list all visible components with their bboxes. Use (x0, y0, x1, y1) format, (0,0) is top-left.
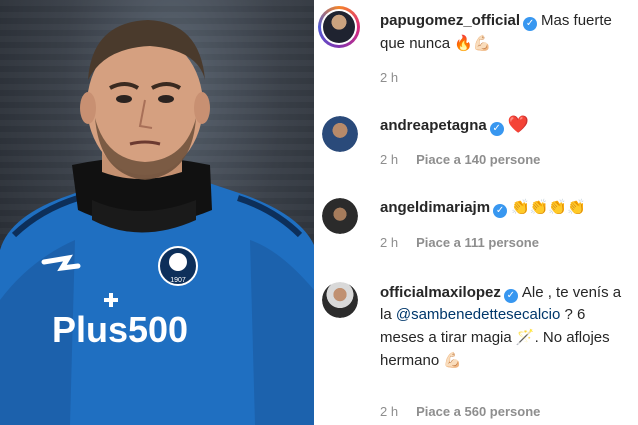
flexed-arm-emoji: 💪🏻 (443, 351, 463, 369)
magic-wand-emoji: 🪄 (515, 328, 535, 346)
caption-text: papugomez_official ✓ Mas fuerte que nunca … (380, 10, 632, 55)
player-illustration: 1907 Plus500 (0, 20, 314, 425)
clap-emojis: 👏👏👏👏 (511, 198, 586, 216)
heart-emoji: ❤️ (507, 115, 529, 135)
comments-panel: papugomez_official ✓ Mas fuerte que nunca … (314, 0, 638, 425)
verified-badge-icon: ✓ (523, 17, 538, 31)
comment-time: 2 h (380, 235, 399, 250)
avatar-angeldimariajm[interactable] (322, 198, 358, 234)
comment-text: angeldimariajm ✓ 👏👏👏👏 (380, 196, 632, 219)
comment-text: andreapetagna ✓ ❤️ (380, 114, 632, 137)
shirt-sponsor: Plus500 (52, 309, 188, 350)
comment-user[interactable]: angeldimariajm (380, 199, 490, 216)
comment-meta: 2 h Piace a 111 persone (380, 235, 539, 250)
comment-likes[interactable]: Piace a 560 persone (416, 404, 540, 419)
post-author[interactable]: papugomez_official (380, 12, 520, 29)
verified-badge-icon: ✓ (493, 204, 508, 218)
comment-meta: 2 h Piace a 140 persone (380, 152, 540, 167)
comment-time: 2 h (380, 404, 399, 419)
player-photo: 1907 Plus500 (0, 0, 314, 425)
badge-year: 1907 (170, 277, 186, 284)
comment-text: officialmaxilopez ✓ Ale , te venís a la @s… (380, 282, 632, 372)
caption-emojis: 🔥💪🏻 (454, 34, 492, 52)
comment-time: 2 h (380, 152, 399, 167)
comment-user[interactable]: officialmaxilopez (380, 284, 501, 301)
comment-likes[interactable]: Piace a 140 persone (416, 152, 540, 167)
mention-link[interactable]: @sambenedettesecalcio (396, 306, 561, 323)
comment-user[interactable]: andreapetagna (380, 117, 487, 134)
post-time: 2 h (380, 70, 399, 85)
verified-badge-icon: ✓ (503, 289, 518, 303)
avatar-andreapetagna[interactable] (322, 116, 358, 152)
comment-meta: 2 h Piace a 560 persone (380, 404, 540, 419)
avatar-papugomez[interactable] (318, 6, 360, 48)
avatar-officialmaxilopez[interactable] (322, 282, 358, 318)
comment-likes[interactable]: Piace a 111 persone (416, 235, 539, 250)
verified-badge-icon: ✓ (489, 122, 504, 136)
